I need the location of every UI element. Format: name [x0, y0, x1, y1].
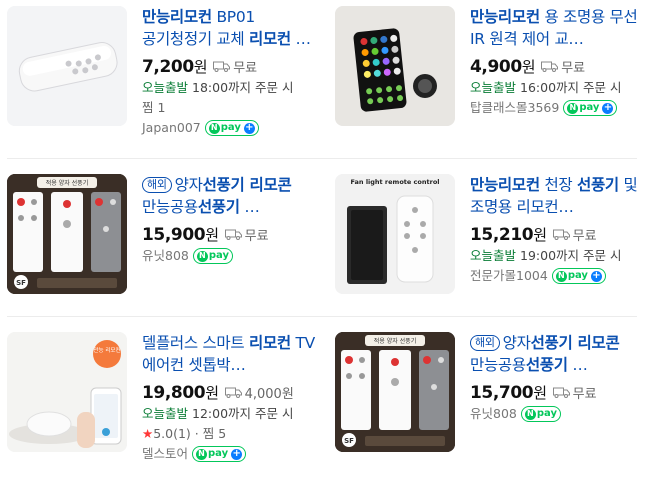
truck-icon: [552, 229, 570, 240]
seller-name[interactable]: 유닛808: [142, 246, 189, 266]
product-thumbnail[interactable]: 적용 양자 선풍기 SF: [7, 174, 127, 294]
naver-pay-badge: Npay +: [563, 100, 618, 116]
product-title[interactable]: 델플러스 스마트 리모컨 TV 에어컨 셋톱박…: [142, 332, 318, 376]
truck-icon: [552, 387, 570, 398]
overseas-tag: 해외: [470, 335, 500, 351]
product-card[interactable]: 적용 양자 선풍기 SF 해외 양자선풍기 리모콘 만능공용선풍기 … 15,70…: [328, 326, 648, 466]
plus-icon: +: [243, 122, 255, 134]
shipping-info: 무료: [552, 225, 597, 244]
product-title[interactable]: 만능리모컨 천장 선풍기 및 조명용 리모컨…: [470, 174, 646, 218]
shipping-info: 4,000원: [224, 383, 294, 402]
naver-pay-badge: Npay: [192, 248, 233, 264]
price: 7,200원: [142, 56, 208, 77]
shipping-info: 무료: [541, 57, 585, 76]
rating-wishlist: ★5.0(1) · 찜 5: [142, 426, 227, 441]
price: 15,700원: [470, 382, 547, 403]
sf-badge-text: SF: [344, 437, 354, 445]
smart-remote-image: 만능 리모컨: [7, 332, 127, 452]
product-thumbnail[interactable]: Fan light remote control: [335, 174, 455, 294]
price: 15,900원: [142, 224, 219, 245]
fan-header-text: 적용 양자 선풍기: [374, 337, 416, 345]
plus-icon: +: [602, 102, 614, 114]
product-card[interactable]: 적용 양자 선풍기 SF 해외 양자선풍기 리모콘 만능공용선풍기 … 15,90…: [0, 168, 320, 308]
truck-icon: [213, 61, 231, 72]
seller-name[interactable]: 탑클래스몰3569: [470, 98, 559, 118]
product-title[interactable]: 만능리모컨 용 조명용 무선 IR 원격 제어 교…: [470, 6, 646, 50]
naver-pay-badge: Npay +: [204, 120, 259, 136]
ceiling-caption-text: Fan light remote control: [350, 178, 439, 186]
product-card[interactable]: Fan light remote control 만능리모컨 천장 선풍기 및 …: [328, 168, 648, 308]
remote-image: [7, 6, 127, 126]
seller-name[interactable]: 전문가몰1004: [470, 266, 548, 286]
product-thumbnail[interactable]: 적용 양자 선풍기 SF: [335, 332, 455, 452]
shipping-info: 무료: [224, 225, 269, 244]
price: 15,210원: [470, 224, 547, 245]
product-thumbnail[interactable]: [7, 6, 127, 126]
seller-name[interactable]: 유닛808: [470, 404, 517, 424]
ir-remote-image: [335, 6, 455, 126]
truck-icon: [541, 61, 559, 72]
product-title[interactable]: 해외 양자선풍기 리모콘 만능공용선풍기 …: [470, 332, 646, 376]
truck-icon: [224, 387, 242, 398]
sf-badge-text: SF: [16, 279, 26, 287]
product-title[interactable]: 만능리모컨 BP01 공기청정기 교체 리모컨 …: [142, 6, 318, 50]
row-divider: [7, 316, 637, 317]
row-divider: [7, 158, 637, 159]
naver-pay-badge: Npay +: [551, 268, 606, 284]
plus-icon: +: [231, 448, 243, 460]
naver-pay-badge: Npay +: [192, 446, 247, 462]
delivery-info: 오늘출발 19:00까지 주문 시: [470, 248, 622, 263]
ceiling-fan-remote-image: Fan light remote control: [335, 174, 455, 294]
naver-pay-badge: Npay: [520, 406, 561, 422]
shipping-info: 무료: [213, 57, 257, 76]
badge-text: 만능 리모컨: [93, 346, 120, 354]
product-thumbnail[interactable]: 만능 리모컨: [7, 332, 127, 452]
product-card[interactable]: 만능리모컨 BP01 공기청정기 교체 리모컨 … 7,200원 무료 오늘출발…: [0, 0, 320, 140]
overseas-tag: 해외: [142, 177, 172, 193]
seller-name[interactable]: 델스토어: [142, 444, 188, 464]
product-card[interactable]: 만능 리모컨 델플러스 스마트 리모컨 TV 에어컨 셋톱박… 19,800원 …: [0, 326, 320, 466]
truck-icon: [224, 229, 242, 240]
fan-remote-image: 적용 양자 선풍기 SF: [7, 174, 127, 294]
product-title[interactable]: 해외 양자선풍기 리모콘 만능공용선풍기 …: [142, 174, 318, 218]
fan-header-text: 적용 양자 선풍기: [46, 179, 88, 187]
price: 19,800원: [142, 382, 219, 403]
product-thumbnail[interactable]: [335, 6, 455, 126]
delivery-info: 오늘출발 18:00까지 주문 시: [142, 80, 294, 95]
price: 4,900원: [470, 56, 536, 77]
wishlist-count: 찜 1: [142, 100, 166, 115]
plus-icon: +: [590, 270, 602, 282]
product-card[interactable]: 만능리모컨 용 조명용 무선 IR 원격 제어 교… 4,900원 무료 오늘출…: [328, 0, 648, 140]
star-icon: ★: [142, 426, 154, 441]
shipping-info: 무료: [552, 383, 597, 402]
delivery-info: 오늘출발 16:00까지 주문 시: [470, 80, 622, 95]
fan-remote-image: 적용 양자 선풍기 SF: [335, 332, 455, 452]
seller-name[interactable]: Japan007: [142, 118, 201, 138]
delivery-info: 오늘출발 12:00까지 주문 시: [142, 406, 294, 421]
